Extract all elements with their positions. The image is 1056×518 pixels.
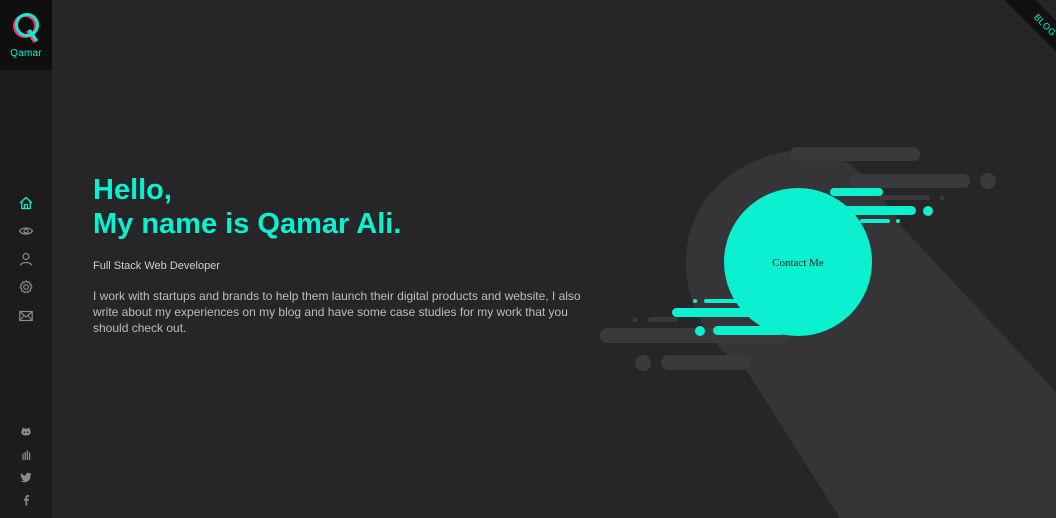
- facebook-icon[interactable]: [20, 494, 32, 506]
- blog-link[interactable]: BLOG: [998, 0, 1056, 70]
- twitter-icon[interactable]: [20, 471, 32, 483]
- mail-icon[interactable]: [18, 308, 34, 324]
- gray-swoosh-shape: [686, 148, 1056, 518]
- codepen-icon[interactable]: [20, 449, 32, 461]
- eye-icon[interactable]: [18, 223, 34, 239]
- gear-icon[interactable]: [18, 279, 34, 295]
- home-icon[interactable]: [18, 195, 34, 211]
- greeting-line-1: Hello,: [93, 174, 172, 206]
- greeting-line-2: My name is Qamar Ali.: [93, 208, 402, 240]
- logo-q-icon: [13, 13, 39, 43]
- page: Contact Me Qamar BLOG Hello, My name is …: [0, 0, 1056, 518]
- hero-illustration: [600, 147, 1056, 518]
- github-icon[interactable]: [20, 426, 32, 438]
- sidebar: Qamar: [0, 0, 52, 518]
- user-icon[interactable]: [18, 251, 34, 267]
- logo[interactable]: Qamar: [0, 0, 52, 70]
- about-text: I work with startups and brands to help …: [93, 289, 581, 335]
- logo-name: Qamar: [10, 48, 42, 59]
- blog-ribbon: BLOG: [986, 0, 1056, 70]
- hero-greeting: Hello, My name is Qamar Ali.: [93, 173, 401, 241]
- contact-me-button[interactable]: Contact Me: [724, 188, 872, 336]
- job-title: Full Stack Web Developer: [93, 260, 220, 272]
